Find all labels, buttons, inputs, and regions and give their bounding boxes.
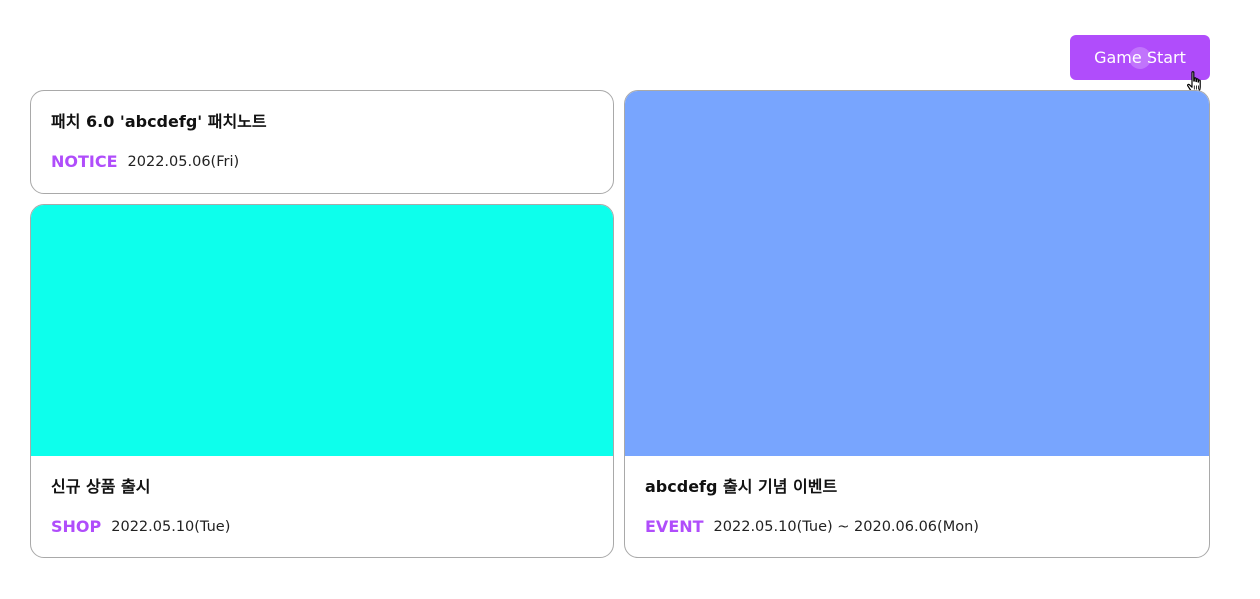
card-meta: NOTICE 2022.05.06(Fri) [51,151,593,173]
news-card-event[interactable]: abcdefg 출시 기념 이벤트 EVENT 2022.05.10(Tue) … [624,90,1210,558]
card-date: 2022.05.10(Tue) [111,519,231,535]
news-card-shop[interactable]: 신규 상품 출시 SHOP 2022.05.10(Tue) [30,204,614,558]
category-badge: NOTICE [51,152,118,171]
news-card-notice[interactable]: 패치 6.0 'abcdefg' 패치노트 NOTICE 2022.05.06(… [30,90,614,194]
card-body: 신규 상품 출시 SHOP 2022.05.10(Tue) [31,456,613,538]
category-badge: EVENT [645,517,704,536]
card-meta: SHOP 2022.05.10(Tue) [51,516,593,538]
card-date: 2022.05.06(Fri) [127,154,240,170]
card-body: 패치 6.0 'abcdefg' 패치노트 NOTICE 2022.05.06(… [31,91,613,173]
card-title: 신규 상품 출시 [51,477,151,496]
card-date: 2022.05.10(Tue) ~ 2020.06.06(Mon) [713,519,979,535]
card-title: 패치 6.0 'abcdefg' 패치노트 [51,112,267,131]
game-start-label: Game Start [1094,48,1186,67]
category-badge: SHOP [51,517,102,536]
card-meta: EVENT 2022.05.10(Tue) ~ 2020.06.06(Mon) [645,516,1189,538]
card-title: abcdefg 출시 기념 이벤트 [645,477,838,496]
card-thumbnail [31,205,613,456]
card-body: abcdefg 출시 기념 이벤트 EVENT 2022.05.10(Tue) … [625,456,1209,538]
card-thumbnail [625,91,1209,456]
